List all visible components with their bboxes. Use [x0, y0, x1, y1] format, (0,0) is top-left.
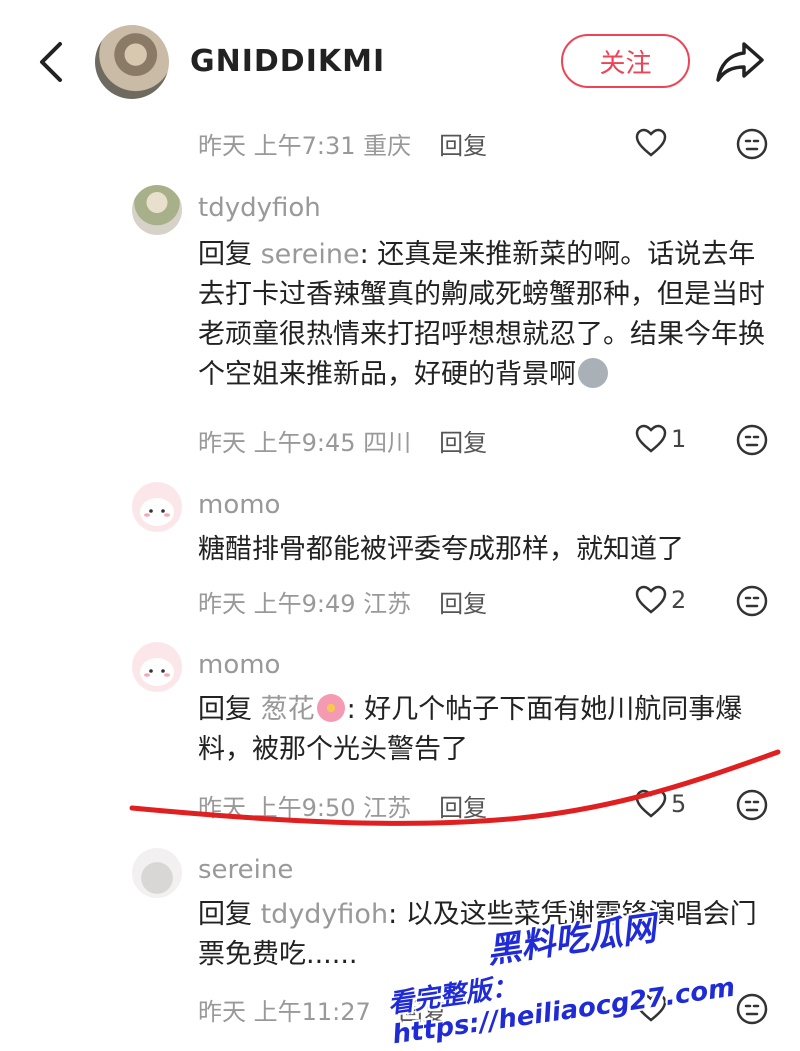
dislike-face-icon[interactable] — [736, 585, 768, 617]
follow-button[interactable]: 关注 — [561, 34, 690, 88]
comment-time: 昨天 上午9:50 江苏 — [198, 794, 412, 822]
like-button[interactable] — [635, 128, 667, 158]
author-avatar[interactable] — [95, 25, 169, 99]
comment-text: 回复 葱花: 好几个帖子下面有她川航同事爆料，被那个光头警告了 — [198, 690, 773, 770]
avatar[interactable] — [132, 482, 182, 532]
reply-button[interactable]: 回复 — [439, 584, 487, 619]
share-icon[interactable] — [714, 38, 766, 86]
author-name[interactable]: GNIDDIKMI — [190, 44, 385, 79]
comment-time: 昨天 上午9:45 四川 — [198, 429, 412, 457]
comment-time: 昨天 上午7:31 重庆 — [198, 132, 412, 160]
comment-time: 昨天 上午9:49 江苏 — [198, 590, 412, 618]
reply-prefix: 回复 — [198, 899, 261, 930]
reply-button[interactable]: 回复 — [439, 126, 487, 161]
bunny-avatar-icon — [140, 498, 174, 526]
like-button[interactable]: 1 — [635, 424, 686, 454]
comment-body: 糖醋排骨都能被评委夸成那样，就知道了 — [198, 534, 684, 565]
avatar[interactable] — [132, 185, 182, 235]
back-icon[interactable] — [34, 40, 70, 84]
dislike-face-icon[interactable] — [736, 424, 768, 456]
comment-meta: 昨天 上午9:45 四川 回复 — [198, 423, 487, 458]
comment-username[interactable]: momo — [198, 490, 280, 520]
reply-prefix: 回复 — [198, 694, 261, 725]
flower-emoji-icon — [316, 694, 345, 722]
like-button[interactable]: 5 — [635, 789, 686, 819]
comment-username[interactable]: sereine — [198, 855, 293, 885]
bunny-avatar-icon — [140, 658, 174, 686]
reply-button[interactable]: 回复 — [439, 788, 487, 823]
comment-text: 回复 sereine: 还真是来推新菜的啊。话说去年去打卡过香辣蟹真的齁咸死螃蟹… — [198, 235, 773, 395]
like-button[interactable]: 2 — [635, 585, 686, 615]
comment-username[interactable]: tdydyfioh — [198, 193, 321, 223]
heart-icon — [635, 424, 667, 453]
comment-meta: 昨天 上午9:49 江苏 回复 — [198, 584, 487, 619]
like-count: 5 — [671, 790, 687, 818]
dislike-face-icon[interactable] — [736, 128, 768, 160]
reply-prefix: 回复 — [198, 239, 261, 270]
reply-button[interactable]: 回复 — [439, 423, 487, 458]
sweat-emoji-icon — [578, 358, 608, 388]
heart-icon — [635, 585, 667, 614]
avatar[interactable] — [132, 848, 182, 898]
dislike-face-icon[interactable] — [736, 789, 768, 821]
mention-link[interactable]: tdydyfioh — [261, 899, 388, 930]
avatar[interactable] — [132, 642, 182, 692]
mention-link[interactable]: 葱花 — [261, 694, 315, 725]
comment-meta: 昨天 上午9:50 江苏 回复 — [198, 788, 487, 823]
comment-username[interactable]: momo — [198, 650, 280, 680]
mention-link[interactable]: sereine — [261, 239, 360, 270]
heart-icon — [635, 789, 667, 818]
comment-time: 昨天 上午11:27 — [198, 998, 371, 1026]
comment-text: 糖醋排骨都能被评委夸成那样，就知道了 — [198, 530, 773, 570]
heart-icon — [635, 128, 667, 157]
top-bar: GNIDDIKMI 关注 — [0, 0, 800, 120]
comment-meta: 昨天 上午7:31 重庆 回复 — [198, 126, 487, 161]
like-count: 2 — [671, 586, 687, 614]
like-count: 1 — [671, 425, 687, 453]
